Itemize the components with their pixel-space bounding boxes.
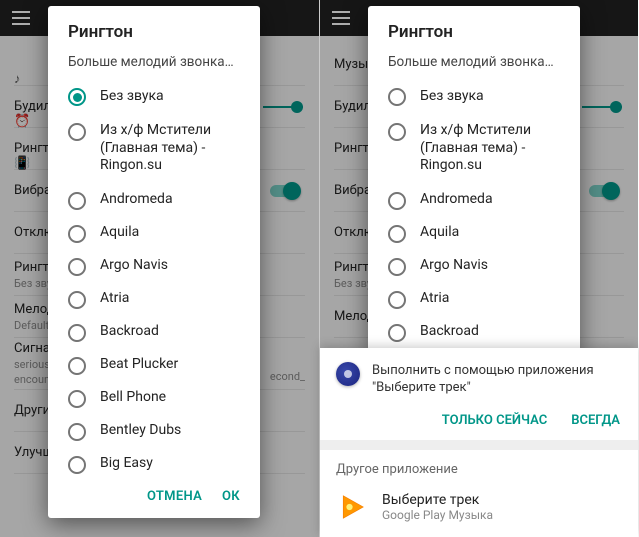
ringtone-option[interactable]: Без звука [368, 80, 580, 113]
option-label: Argo Navis [420, 257, 488, 275]
resolver-head: Выполнить с помощью приложения "Выберите… [320, 348, 638, 403]
option-label: Bell Phone [100, 389, 166, 407]
ringtone-dialog: Рингтон Больше мелодий звонка… Без звука… [368, 6, 580, 355]
just-once-button[interactable]: ТОЛЬКО СЕЙЧАС [442, 413, 547, 428]
ringtone-option[interactable]: Argo Navis [48, 250, 260, 283]
option-label: Aquila [100, 224, 139, 242]
radio-icon [68, 291, 86, 309]
radio-icon [68, 357, 86, 375]
ringtone-option[interactable]: Aquila [48, 217, 260, 250]
ringtone-option[interactable]: Atria [48, 283, 260, 316]
ringtone-option[interactable]: Aquila [368, 217, 580, 250]
more-ringtones[interactable]: Больше мелодий звонка… [368, 48, 580, 80]
option-label: Backroad [100, 323, 159, 341]
ringtone-option[interactable]: Bell Phone [48, 382, 260, 415]
screen-right: Музык Будильн Рингто Вибраці Отклю Рингт… [319, 0, 638, 537]
dialog-title: Рингтон [48, 22, 260, 48]
more-ringtones[interactable]: Больше мелодий звонка… [48, 48, 260, 80]
option-label: Andromeda [420, 191, 493, 209]
ok-button[interactable]: ОК [222, 489, 240, 504]
ringtone-option[interactable]: Bentley Dubs [48, 415, 260, 448]
dialog-actions: ОТМЕНА ОК [48, 481, 260, 512]
play-music-icon [336, 491, 368, 523]
option-label: Big Easy [100, 455, 153, 473]
option-label: Без звука [420, 88, 484, 106]
radio-icon [68, 423, 86, 441]
ringtone-option[interactable]: Andromeda [368, 184, 580, 217]
other-app-row[interactable]: Выберите трек Google Play Музыка [320, 481, 638, 537]
option-label: Beat Plucker [100, 356, 178, 374]
app-primary-icon [336, 362, 360, 386]
option-label: Andromeda [100, 191, 173, 209]
option-label: Из х/ф Мстители (Главная тема) - Ringon.… [100, 122, 240, 175]
radio-icon [388, 192, 406, 210]
ringtone-option[interactable]: Backroad [368, 316, 580, 349]
cancel-button[interactable]: ОТМЕНА [147, 489, 202, 504]
resolver-title: Выполнить с помощью приложения "Выберите… [372, 362, 622, 397]
radio-icon [388, 123, 406, 141]
resolver-bottomsheet: Выполнить с помощью приложения "Выберите… [320, 348, 638, 537]
radio-icon [388, 88, 406, 106]
always-button[interactable]: ВСЕГДА [571, 413, 620, 428]
ringtone-option[interactable]: Из х/ф Мстители (Главная тема) - Ringon.… [368, 113, 580, 184]
option-label: Bentley Dubs [100, 422, 181, 440]
ringtone-dialog: Рингтон Больше мелодий звонка… Без звука… [48, 6, 260, 518]
option-label: Argo Navis [100, 257, 168, 275]
ringtone-option[interactable]: Atria [368, 283, 580, 316]
option-label: Backroad [420, 323, 479, 341]
ringtone-option[interactable]: Без звука [48, 80, 260, 113]
option-list: Без звука Из х/ф Мстители (Главная тема) … [48, 80, 260, 481]
other-apps-header: Другое приложение [320, 450, 638, 481]
radio-icon [388, 324, 406, 342]
radio-icon [68, 324, 86, 342]
radio-icon [68, 192, 86, 210]
radio-icon [68, 225, 86, 243]
option-label: Atria [420, 290, 449, 308]
option-label: Aquila [420, 224, 459, 242]
ringtone-option[interactable]: Из х/ф Мстители (Главная тема) - Ringon.… [48, 113, 260, 184]
radio-icon [68, 88, 86, 106]
radio-icon [68, 456, 86, 474]
option-label: Из х/ф Мстители (Главная тема) - Ringon.… [420, 122, 560, 175]
radio-icon [388, 258, 406, 276]
ringtone-option[interactable]: Big Easy [48, 448, 260, 481]
ringtone-option[interactable]: Andromeda [48, 184, 260, 217]
screen-left: Музык ♪ Будильн ⏰ Рингто 📳 Вибраці Отклю… [0, 0, 319, 537]
dialog-title: Рингтон [368, 22, 580, 48]
other-app-name: Выберите трек [382, 492, 493, 508]
option-list: Без звука Из х/ф Мстители (Главная тема) … [368, 80, 580, 349]
other-app-sub: Google Play Музыка [382, 508, 493, 522]
option-label: Без звука [100, 88, 164, 106]
radio-icon [388, 291, 406, 309]
radio-icon [68, 123, 86, 141]
resolver-actions: ТОЛЬКО СЕЙЧАС ВСЕГДА [320, 403, 638, 440]
ringtone-option[interactable]: Backroad [48, 316, 260, 349]
option-label: Atria [100, 290, 129, 308]
radio-icon [388, 225, 406, 243]
radio-icon [68, 390, 86, 408]
ringtone-option[interactable]: Argo Navis [368, 250, 580, 283]
radio-icon [68, 258, 86, 276]
divider [320, 440, 638, 450]
ringtone-option[interactable]: Beat Plucker [48, 349, 260, 382]
